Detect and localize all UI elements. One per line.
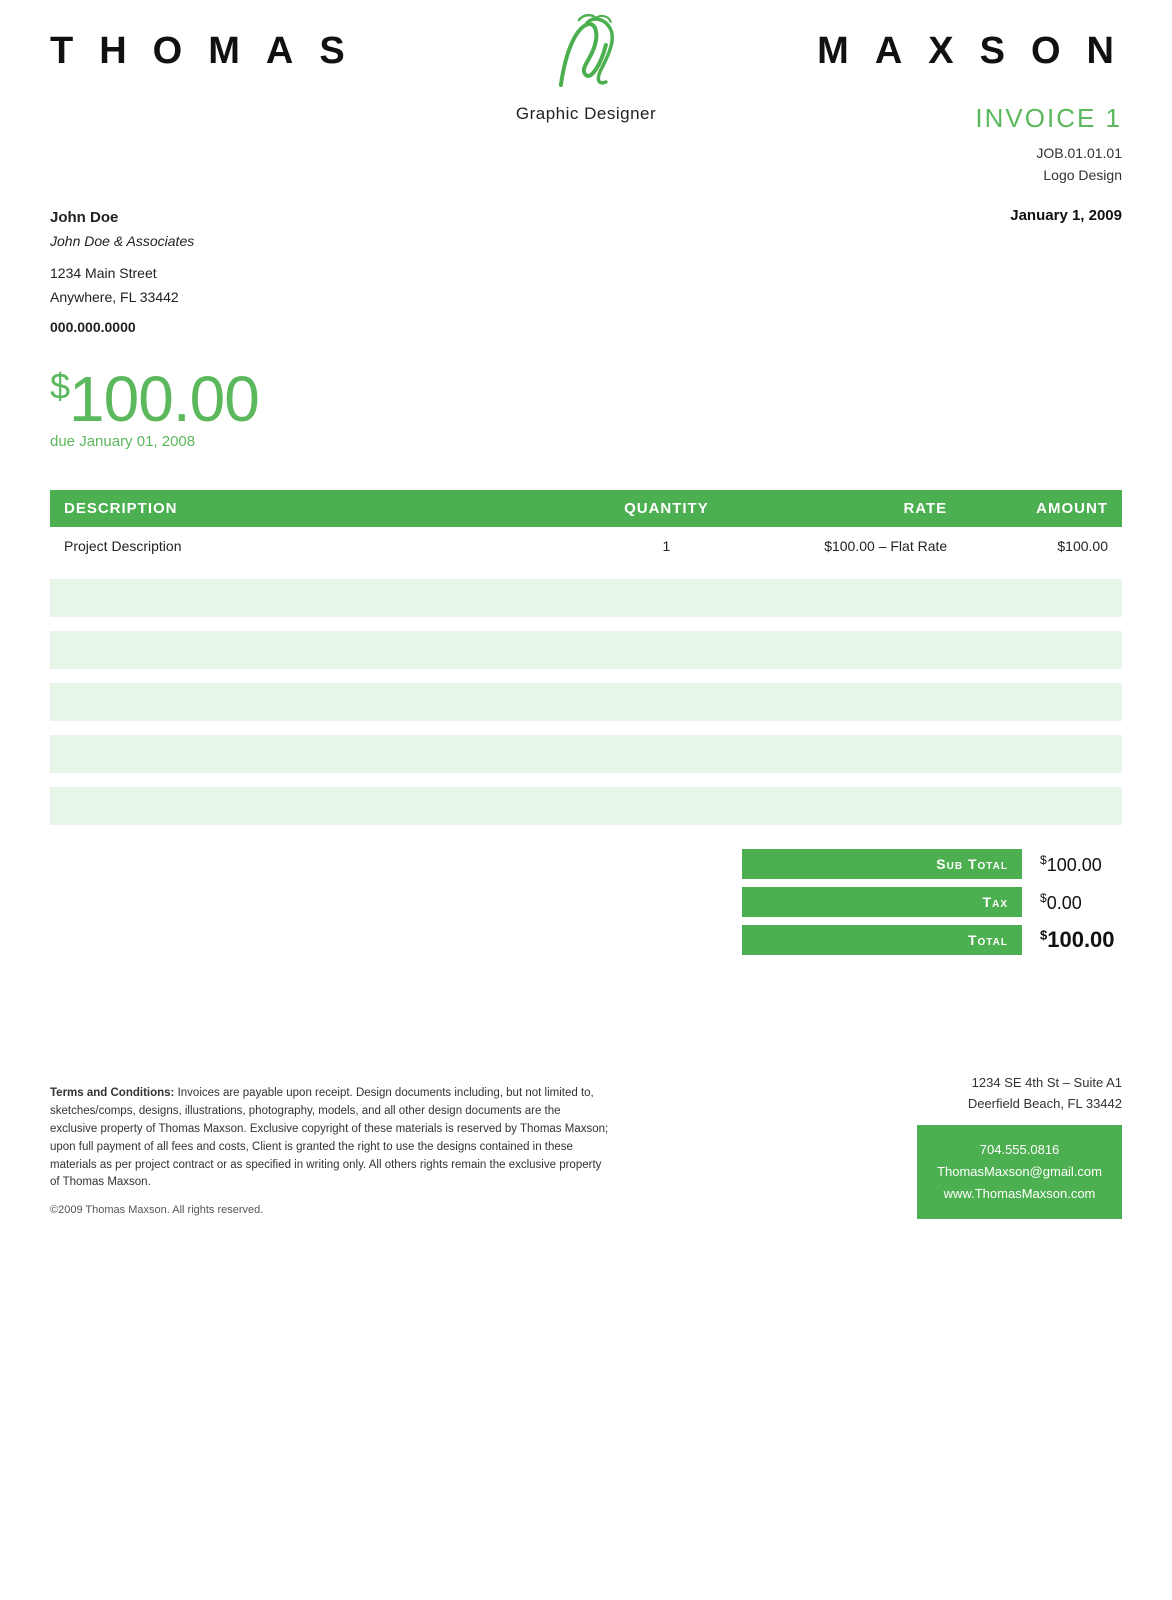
table-header-row: Description Quantity Rate Amount	[50, 490, 1122, 527]
invoice-table: Description Quantity Rate Amount Project…	[50, 490, 1122, 825]
row-amount: $100.00	[961, 527, 1122, 565]
footer-phone: 704.555.0816	[937, 1139, 1102, 1161]
empty-row-3	[50, 683, 1122, 721]
client-section: John Doe John Doe & Associates 1234 Main…	[0, 187, 1172, 340]
empty-row-2	[50, 631, 1122, 669]
invoice-date: January 1, 2009	[1010, 205, 1122, 224]
name-letter-o: O	[153, 30, 191, 73]
footer: Terms and Conditions: Invoices are payab…	[0, 1043, 1172, 1239]
amount-value: 100.00	[69, 363, 259, 435]
totals-section: Sub Total $100.00 Tax $0.00 Total $100.0…	[0, 825, 1172, 963]
tax-label: Tax	[742, 887, 1022, 917]
subtotal-dollar: $	[1040, 853, 1047, 867]
logo-icon	[541, 10, 631, 100]
footer-contact-box: 704.555.0816 ThomasMaxson@gmail.com www.…	[917, 1125, 1122, 1219]
name-letter-a2: A	[875, 30, 910, 73]
terms-text: Terms and Conditions: Invoices are payab…	[50, 1085, 610, 1192]
footer-left: Terms and Conditions: Invoices are payab…	[50, 1085, 610, 1219]
name-letter-x: X	[928, 30, 961, 73]
total-row: Total $100.00	[742, 925, 1122, 955]
row-rate: $100.00 – Flat Rate	[747, 527, 961, 565]
row-separator-3	[50, 669, 1122, 683]
due-date: due January 01, 2008	[50, 433, 1122, 450]
name-letter-s2: S	[980, 30, 1013, 73]
footer-address2: Deerfield Beach, FL 33442	[968, 1096, 1122, 1111]
client-name: John Doe	[50, 205, 194, 231]
invoice-job: JOB.01.01.01 Logo Design	[50, 142, 1122, 187]
table-body: Project Description 1 $100.00 – Flat Rat…	[50, 527, 1122, 825]
footer-website: www.ThomasMaxson.com	[937, 1183, 1102, 1205]
amount-due-section: $100.00 due January 01, 2008	[0, 339, 1172, 460]
client-phone: 000.000.0000	[50, 316, 194, 340]
name-letter-m: M	[208, 30, 248, 73]
row-quantity: 1	[586, 527, 747, 565]
subtotal-row: Sub Total $100.00	[742, 849, 1122, 879]
subtotal-amount: 100.00	[1047, 855, 1102, 875]
totals-table: Sub Total $100.00 Tax $0.00 Total $100.0…	[742, 849, 1122, 963]
tagline-text: Graphic Designer	[516, 104, 656, 124]
header-name-right: M A X S O N	[817, 30, 1122, 73]
footer-address1: 1234 SE 4th St – Suite A1	[972, 1075, 1122, 1090]
empty-row-1	[50, 579, 1122, 617]
row-separator-4	[50, 721, 1122, 735]
name-letter-o2: O	[1031, 30, 1069, 73]
job-description: Logo Design	[1043, 167, 1122, 183]
name-letter-m2: M	[817, 30, 857, 73]
col-amount: Amount	[961, 490, 1122, 527]
tax-dollar: $	[1040, 891, 1047, 905]
empty-row-5	[50, 787, 1122, 825]
client-company: John Doe & Associates	[50, 230, 194, 254]
row-separator-5	[50, 773, 1122, 787]
col-description: Description	[50, 490, 586, 527]
table-row: Project Description 1 $100.00 – Flat Rat…	[50, 527, 1122, 565]
footer-right: 1234 SE 4th St – Suite A1 Deerfield Beac…	[917, 1073, 1122, 1219]
footer-copyright: ©2009 Thomas Maxson. All rights reserved…	[50, 1202, 610, 1219]
tax-amount: 0.00	[1047, 893, 1082, 913]
footer-address: 1234 SE 4th St – Suite A1 Deerfield Beac…	[917, 1073, 1122, 1115]
row-separator-2	[50, 617, 1122, 631]
total-value: $100.00	[1022, 927, 1122, 953]
dollar-sign: $	[50, 366, 69, 407]
col-quantity: Quantity	[586, 490, 747, 527]
client-info: John Doe John Doe & Associates 1234 Main…	[50, 205, 194, 340]
client-address1: 1234 Main Street	[50, 265, 157, 281]
name-letter-a: A	[266, 30, 301, 73]
col-rate: Rate	[747, 490, 961, 527]
name-letter-s: S	[319, 30, 352, 73]
terms-title: Terms and Conditions:	[50, 1087, 174, 1099]
terms-body: Invoices are payable upon receipt. Desig…	[50, 1087, 608, 1188]
total-amount: 100.00	[1047, 927, 1114, 952]
amount-big: $100.00	[50, 367, 1122, 431]
subtotal-value: $100.00	[1022, 853, 1122, 876]
tax-value: $0.00	[1022, 891, 1122, 914]
header-logo: Graphic Designer	[516, 10, 656, 124]
job-number: JOB.01.01.01	[1036, 145, 1122, 161]
total-label: Total	[742, 925, 1022, 955]
name-letter-t: T	[50, 30, 81, 73]
client-address2: Anywhere, FL 33442	[50, 289, 179, 305]
row-description: Project Description	[50, 527, 586, 565]
name-letter-h: H	[99, 30, 134, 73]
page-header: T H O M A S Graphic Designer M A X S O N	[0, 0, 1172, 83]
footer-email: ThomasMaxson@gmail.com	[937, 1161, 1102, 1183]
header-name-left: T H O M A S	[50, 30, 353, 73]
row-separator-1	[50, 565, 1122, 579]
tax-row: Tax $0.00	[742, 887, 1122, 917]
table-section: Description Quantity Rate Amount Project…	[0, 460, 1172, 825]
subtotal-label: Sub Total	[742, 849, 1022, 879]
table-header: Description Quantity Rate Amount	[50, 490, 1122, 527]
empty-row-4	[50, 735, 1122, 773]
name-letter-n: N	[1087, 30, 1122, 73]
